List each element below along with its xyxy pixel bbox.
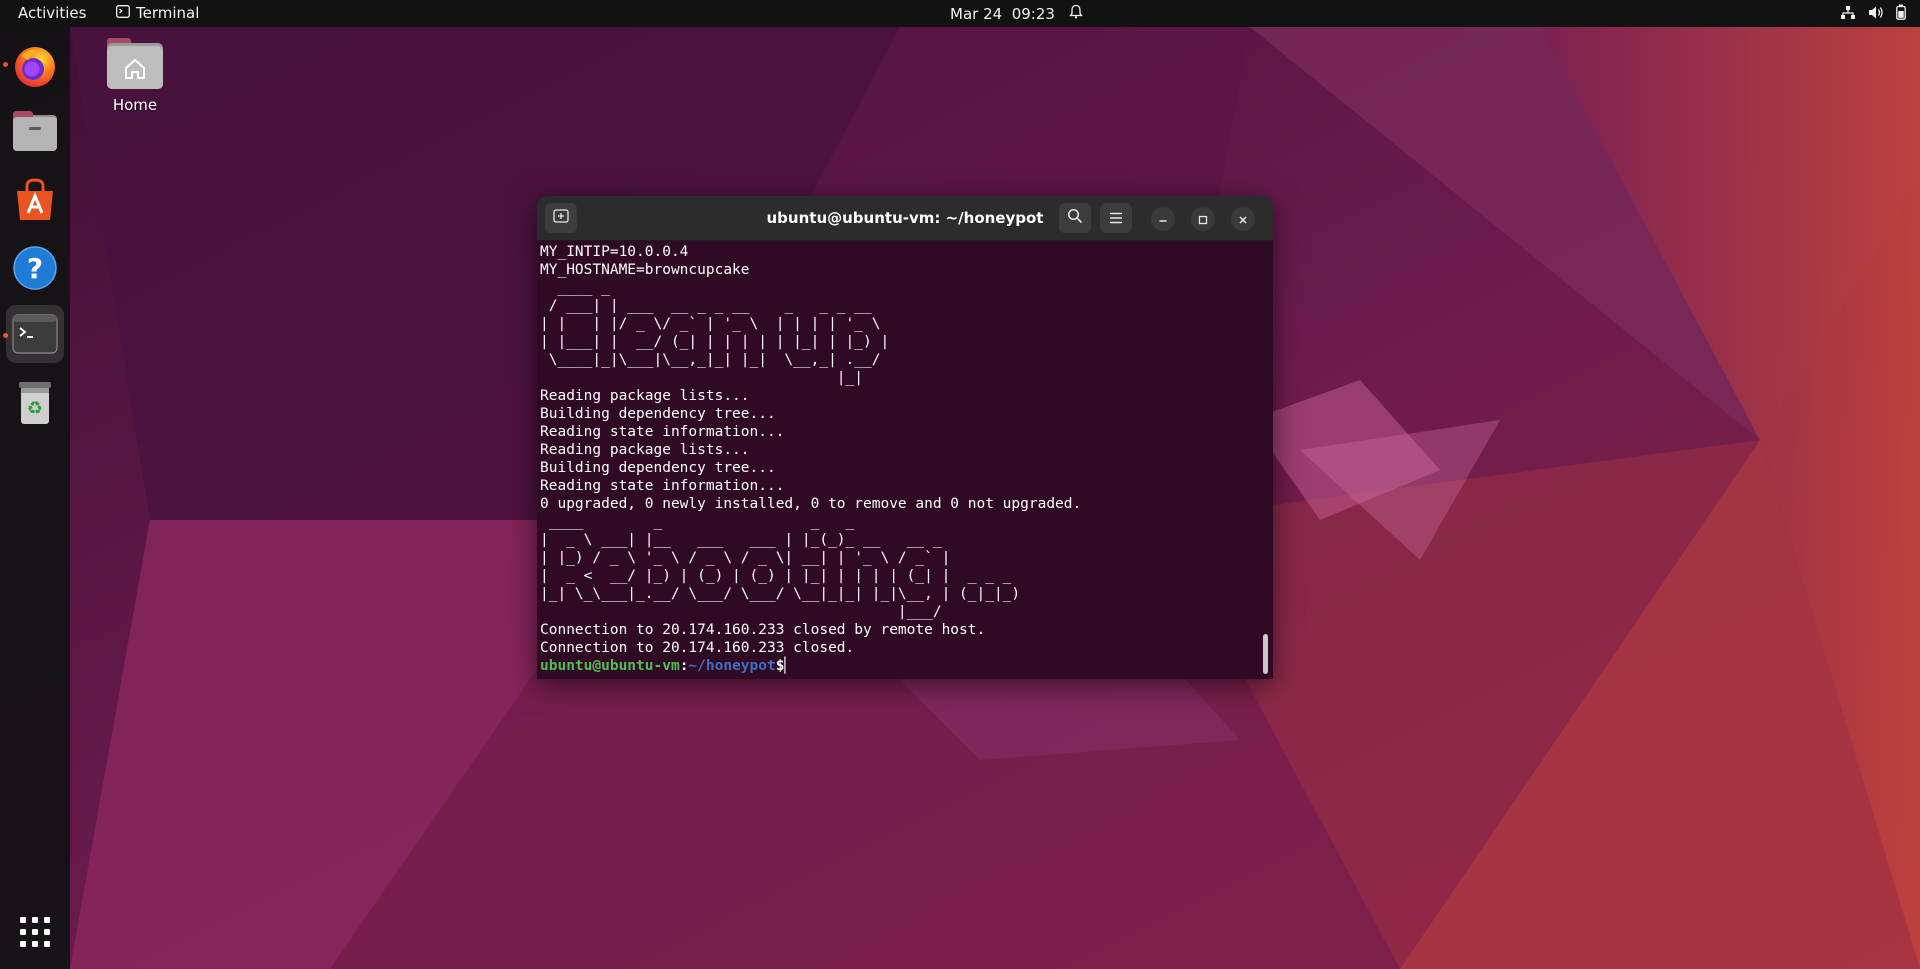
terminal-title: ubuntu@ubuntu-vm: ~/honeypot (766, 209, 1044, 227)
app-center-icon[interactable] (6, 171, 64, 229)
terminal-icon[interactable] (6, 305, 64, 363)
menu-button[interactable] (1100, 203, 1132, 233)
home-folder-label: Home (112, 96, 158, 114)
terminal-header-bar[interactable]: ubuntu@ubuntu-vm: ~/honeypot (537, 196, 1273, 241)
desktop: Activities Terminal Mar 24 09:23 ? ♻ Hom… (0, 0, 1920, 969)
new-tab-button[interactable] (545, 203, 577, 233)
terminal-output: MY_INTIP=10.0.0.4 MY_HOSTNAME=browncupca… (540, 244, 1082, 656)
home-folder-icon (98, 36, 172, 92)
firefox-icon[interactable] (6, 37, 64, 95)
close-icon (1238, 210, 1248, 229)
maximize-button[interactable] (1191, 207, 1215, 231)
help-icon[interactable]: ? (6, 239, 64, 297)
terminal-scrollbar[interactable] (1263, 634, 1268, 674)
alarm-icon (1069, 4, 1083, 23)
top-bar: Activities Terminal Mar 24 09:23 (0, 0, 1920, 27)
minimize-icon (1158, 210, 1168, 229)
home-folder-desktop-icon[interactable]: Home (98, 36, 172, 114)
svg-text:♻: ♻ (27, 398, 43, 419)
prompt-path: ~/honeypot (688, 658, 776, 674)
terminal-window[interactable]: ubuntu@ubuntu-vm: ~/honeypot MY_INTIP=10… (537, 196, 1273, 679)
terminal-small-icon (116, 4, 130, 22)
close-button[interactable] (1231, 207, 1255, 231)
trash-icon[interactable]: ♻ (6, 374, 64, 432)
svg-text:?: ? (27, 252, 43, 285)
search-button[interactable] (1059, 203, 1091, 233)
hamburger-menu-icon (1109, 209, 1123, 228)
maximize-icon (1198, 210, 1208, 229)
new-tab-icon (553, 208, 569, 228)
files-icon[interactable] (6, 103, 64, 161)
prompt-user-host: ubuntu@ubuntu-vm (540, 658, 680, 674)
activities-button[interactable]: Activities (18, 4, 86, 22)
terminal-content[interactable]: MY_INTIP=10.0.0.4 MY_HOSTNAME=browncupca… (540, 243, 1260, 679)
app-menu-button[interactable]: Terminal (116, 4, 199, 22)
battery-icon (1896, 4, 1906, 24)
search-icon (1067, 208, 1083, 228)
network-icon (1840, 5, 1856, 24)
dock: ? ♻ (0, 27, 70, 969)
app-menu-label: Terminal (136, 4, 200, 22)
volume-icon (1868, 5, 1884, 24)
clock-button[interactable]: Mar 24 09:23 (950, 4, 1083, 23)
minimize-button[interactable] (1151, 207, 1175, 231)
terminal-prompt[interactable]: ubuntu@ubuntu-vm:~/honeypot$▏ (540, 657, 1260, 675)
date-time-label: Mar 24 09:23 (950, 4, 1055, 23)
system-status-menu[interactable] (1840, 4, 1906, 24)
show-apps-icon[interactable] (6, 903, 64, 961)
cursor: ▏ (784, 658, 794, 674)
